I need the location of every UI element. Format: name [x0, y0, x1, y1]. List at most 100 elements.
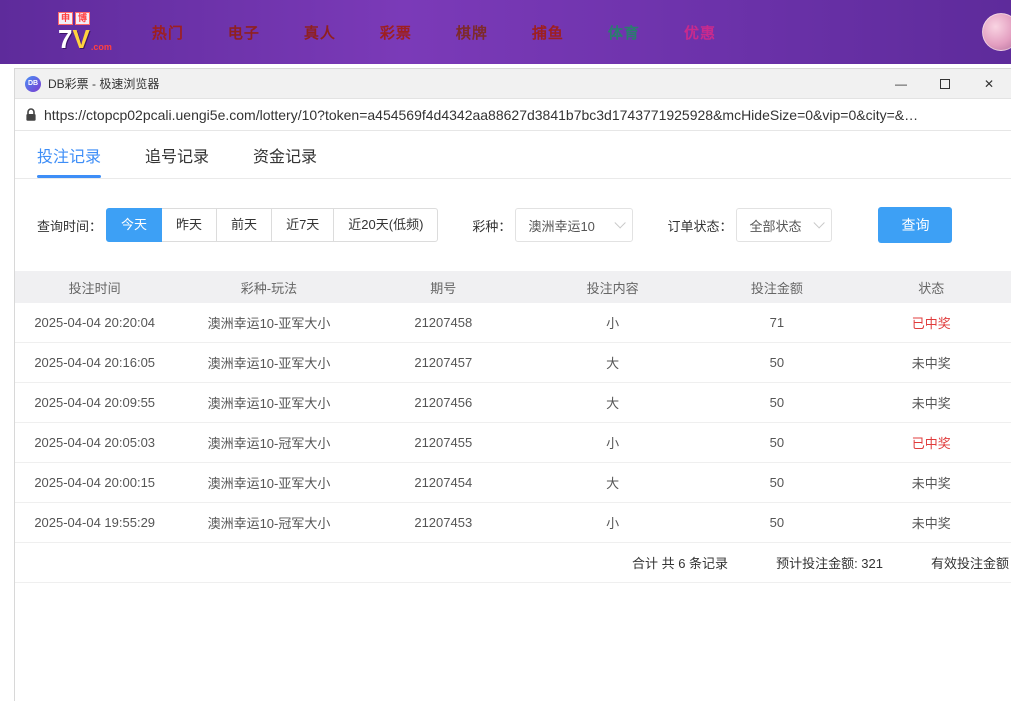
summary-total: 合计 共 6 条记录	[632, 553, 728, 572]
cell-game: 澳洲幸运10-冠军大小	[174, 433, 363, 452]
user-avatar[interactable]	[982, 13, 1011, 51]
cell-amount: 71	[702, 315, 851, 330]
browser-titlebar[interactable]: DB DB彩票 - 极速浏览器 — ✕	[15, 69, 1011, 99]
status-filter-label: 订单状态：	[667, 216, 732, 235]
cell-content: 小	[523, 513, 702, 532]
time-filter-label: 查询时间：	[37, 216, 102, 235]
cell-time: 2025-04-04 20:20:04	[15, 315, 174, 330]
cell-game: 澳洲幸运10-亚军大小	[174, 313, 363, 332]
table-summary-row: 合计 共 6 条记录 预计投注金额: 321 有效投注金额	[15, 543, 1011, 583]
header-status: 状态	[852, 278, 1011, 297]
logo-com: .com	[91, 43, 112, 52]
cell-status: 未中奖	[852, 353, 1011, 372]
time-option-20days[interactable]: 近20天(低频)	[333, 208, 438, 242]
cell-time: 2025-04-04 19:55:29	[15, 515, 174, 530]
header-bet-time: 投注时间	[15, 278, 174, 297]
lottery-select[interactable]: 澳洲幸运10	[515, 208, 633, 242]
order-status-select[interactable]: 全部状态	[736, 208, 832, 242]
cell-time: 2025-04-04 20:00:15	[15, 475, 174, 490]
cell-issue: 21207454	[364, 475, 523, 490]
time-filter-group: 今天 昨天 前天 近7天 近20天(低频)	[106, 208, 438, 242]
time-option-7days[interactable]: 近7天	[271, 208, 334, 242]
cell-content: 小	[523, 313, 702, 332]
cell-game: 澳洲幸运10-亚军大小	[174, 393, 363, 412]
table-row: 2025-04-04 20:16:05 澳洲幸运10-亚军大小 21207457…	[15, 343, 1011, 383]
tab-bet-records[interactable]: 投注记录	[37, 131, 101, 178]
lock-icon	[25, 108, 37, 122]
status-select-value: 全部状态	[749, 216, 801, 235]
nav-item-live[interactable]: 真人	[304, 22, 336, 43]
tab-fund-records[interactable]: 资金记录	[253, 131, 317, 178]
browser-window: DB DB彩票 - 极速浏览器 — ✕ https://ctopcp02pcal…	[14, 68, 1011, 701]
site-topbar: 申 博 7 V .com 热门 电子 真人 彩票 棋牌 捕鱼 体育 优惠	[0, 0, 1011, 64]
nav-item-cards[interactable]: 棋牌	[456, 22, 488, 43]
record-tabs: 投注记录 追号记录 资金记录	[15, 131, 1011, 179]
header-issue: 期号	[364, 278, 523, 297]
cell-content: 大	[523, 353, 702, 372]
cell-content: 大	[523, 473, 702, 492]
time-option-today[interactable]: 今天	[106, 208, 162, 242]
cell-status: 已中奖	[852, 433, 1011, 452]
cell-issue: 21207456	[364, 395, 523, 410]
url-text: https://ctopcp02pcali.uengi5e.com/lotter…	[44, 107, 918, 123]
cell-time: 2025-04-04 20:16:05	[15, 355, 174, 370]
cell-issue: 21207458	[364, 315, 523, 330]
cell-content: 小	[523, 433, 702, 452]
browser-app-icon: DB	[25, 76, 41, 92]
nav-item-sports[interactable]: 体育	[608, 22, 640, 43]
cell-time: 2025-04-04 20:05:03	[15, 435, 174, 450]
nav-item-promo[interactable]: 优惠	[684, 22, 716, 43]
site-logo[interactable]: 申 博 7 V .com	[58, 12, 112, 52]
tab-chase-records[interactable]: 追号记录	[145, 131, 209, 178]
bet-records-table: 投注时间 彩种-玩法 期号 投注内容 投注金额 状态 2025-04-04 20…	[15, 271, 1011, 583]
cell-game: 澳洲幸运10-冠军大小	[174, 513, 363, 532]
summary-valid: 有效投注金额	[931, 553, 1009, 572]
cell-time: 2025-04-04 20:09:55	[15, 395, 174, 410]
summary-expected: 预计投注金额: 321	[776, 553, 883, 572]
time-option-yesterday[interactable]: 昨天	[161, 208, 217, 242]
minimize-button[interactable]: —	[879, 69, 923, 98]
header-content: 投注内容	[523, 278, 702, 297]
table-row: 2025-04-04 20:09:55 澳洲幸运10-亚军大小 21207456…	[15, 383, 1011, 423]
maximize-icon	[940, 79, 950, 89]
window-controls: — ✕	[879, 69, 1011, 98]
table-header-row: 投注时间 彩种-玩法 期号 投注内容 投注金额 状态	[15, 271, 1011, 303]
cell-amount: 50	[702, 475, 851, 490]
time-option-daybefore[interactable]: 前天	[216, 208, 272, 242]
cell-issue: 21207455	[364, 435, 523, 450]
nav-item-slots[interactable]: 电子	[228, 22, 260, 43]
main-nav: 热门 电子 真人 彩票 棋牌 捕鱼 体育 优惠	[152, 22, 716, 43]
filter-bar: 查询时间： 今天 昨天 前天 近7天 近20天(低频) 彩种： 澳洲幸运10 订…	[37, 207, 1011, 243]
cell-issue: 21207453	[364, 515, 523, 530]
chevron-down-icon	[814, 217, 825, 228]
cell-status: 已中奖	[852, 313, 1011, 332]
close-button[interactable]: ✕	[967, 69, 1011, 98]
cell-amount: 50	[702, 395, 851, 410]
header-amount: 投注金额	[702, 278, 851, 297]
cell-issue: 21207457	[364, 355, 523, 370]
cell-content: 大	[523, 393, 702, 412]
cell-game: 澳洲幸运10-亚军大小	[174, 353, 363, 372]
header-game-play: 彩种-玩法	[174, 278, 363, 297]
nav-item-fishing[interactable]: 捕鱼	[532, 22, 564, 43]
lottery-select-value: 澳洲幸运10	[528, 216, 594, 235]
cell-status: 未中奖	[852, 513, 1011, 532]
cell-amount: 50	[702, 355, 851, 370]
logo-v: V	[72, 26, 89, 52]
nav-item-hot[interactable]: 热门	[152, 22, 184, 43]
address-bar[interactable]: https://ctopcp02pcali.uengi5e.com/lotter…	[15, 99, 1011, 131]
chevron-down-icon	[615, 217, 626, 228]
maximize-button[interactable]	[923, 69, 967, 98]
logo-main: 7 V .com	[58, 26, 112, 52]
cell-game: 澳洲幸运10-亚军大小	[174, 473, 363, 492]
cell-status: 未中奖	[852, 473, 1011, 492]
logo-7: 7	[58, 26, 72, 52]
browser-title: DB彩票 - 极速浏览器	[48, 75, 159, 92]
lottery-filter-label: 彩种：	[472, 216, 511, 235]
nav-item-lottery[interactable]: 彩票	[380, 22, 412, 43]
search-button[interactable]: 查询	[878, 207, 952, 243]
cell-amount: 50	[702, 435, 851, 450]
cell-status: 未中奖	[852, 393, 1011, 412]
table-row: 2025-04-04 20:00:15 澳洲幸运10-亚军大小 21207454…	[15, 463, 1011, 503]
table-row: 2025-04-04 20:05:03 澳洲幸运10-冠军大小 21207455…	[15, 423, 1011, 463]
